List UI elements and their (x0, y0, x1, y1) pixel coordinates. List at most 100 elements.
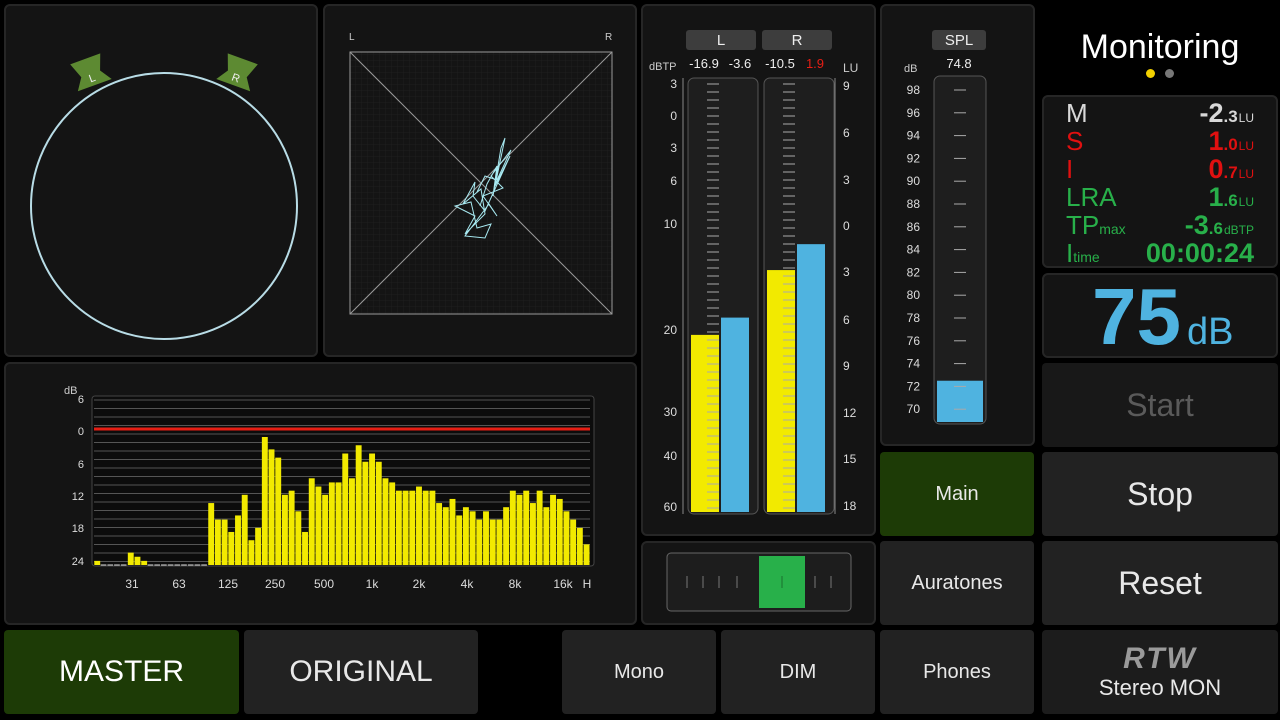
page-dot-active[interactable] (1146, 69, 1155, 78)
rta-band (328, 482, 335, 565)
spl-scale-tick: 88 (907, 197, 921, 211)
ppm-peak-value: -3.6 (729, 56, 751, 71)
rta-band (576, 527, 583, 565)
ppm-peak-value: 1.9 (806, 56, 824, 71)
rta-band (529, 503, 536, 565)
spl-scale-tick: 72 (907, 379, 921, 393)
rta-y-tick: 6 (78, 459, 84, 471)
rta-band (449, 498, 456, 565)
rta-x-tick: 125 (218, 577, 238, 591)
rta-band (536, 490, 543, 565)
ppm-scale-left: 10 (664, 217, 678, 231)
rta-x-tick: 4k (461, 577, 475, 591)
main-speaker-button[interactable]: Main (880, 452, 1034, 536)
spl-display-value: 75 (1092, 272, 1181, 361)
brand-panel: RTW Stereo MON (1042, 630, 1278, 714)
rta-unit: dB (64, 385, 77, 397)
ppm-peak-value: -16.9 (689, 56, 719, 71)
fader-panel (641, 541, 876, 625)
rta-band (241, 494, 248, 565)
ppm-scale-left: 20 (664, 323, 678, 337)
rta-band (342, 453, 349, 565)
ppm-label-right: R (762, 30, 832, 50)
spl-scale-tick: 74 (907, 357, 921, 371)
mono-button[interactable]: Mono (562, 630, 716, 714)
rtw-logo: RTW (1123, 642, 1197, 675)
phones-button[interactable]: Phones (880, 630, 1034, 714)
rta-band (563, 511, 570, 565)
goniometer-right-label: R (605, 32, 612, 43)
page-title: Monitoring (1080, 28, 1240, 66)
rta-band (335, 482, 342, 565)
original-button[interactable]: ORIGINAL (244, 630, 478, 714)
rta-spectrum: dB 6 0 6 12 18 24 31 63 125 250 500 1k 2k 4k 8k 16k H (64, 385, 595, 591)
rta-band (503, 507, 510, 565)
rta-band (456, 515, 463, 565)
rta-band (395, 490, 402, 565)
rta-band (248, 540, 255, 565)
ppm-meter: dBTP LU-16.9 -3.6 -10.5 1.930361020304060963… (649, 56, 858, 515)
volume-fader[interactable] (643, 543, 874, 623)
spl-display-unit: dB (1186, 311, 1234, 353)
rta-band (208, 503, 215, 565)
rta-band (402, 490, 409, 565)
rta-band (228, 531, 235, 565)
ppm-scale-left: 0 (670, 109, 677, 123)
spl-scale-tick: 70 (907, 402, 921, 416)
auratones-speaker-button[interactable]: Auratones (880, 541, 1034, 625)
ppm-scale-left: 30 (664, 405, 678, 419)
rta-band (382, 478, 389, 565)
loudness-row: Itime 00:00:24 (1044, 239, 1276, 267)
rta-band (288, 490, 295, 565)
reset-button[interactable]: Reset (1042, 541, 1278, 625)
vector-scope-panel: L R (4, 4, 318, 357)
ppm-scale-left: 3 (670, 77, 677, 91)
loudness-label: LRA (1066, 182, 1117, 212)
spl-scale-tick: 96 (907, 106, 921, 120)
ppm-panel: dBTP LU -16.9 -3.6 -10.5 1.9 3 0 3 6 10 20 30 40 60 9 6 3… (641, 4, 876, 536)
goniometer-panel: L R (323, 4, 637, 357)
ppm-scale-left: 60 (664, 500, 678, 514)
left-speaker-icon: L (70, 53, 112, 92)
ppm-scale-right: 12 (843, 406, 857, 420)
rta-band (469, 511, 476, 565)
rta-band (496, 519, 503, 565)
rta-band (141, 560, 148, 565)
rta-x-tick: H (583, 577, 592, 591)
loudness-value: 00:00:24 (1145, 238, 1254, 268)
ppm-bar (797, 244, 825, 512)
rta-y-tick: 0 (78, 426, 84, 438)
spl-scale-tick: 98 (907, 83, 921, 97)
ppm-scale-right: 18 (843, 499, 857, 513)
loudness-label-sub: time (1073, 249, 1100, 265)
dim-button[interactable]: DIM (721, 630, 875, 714)
rta-y-tick: 12 (72, 491, 84, 503)
stop-button[interactable]: Stop (1042, 452, 1278, 536)
rta-x-tick: 1k (366, 577, 380, 591)
ppm-scale-right: 6 (843, 313, 850, 327)
spl-meter: dB 74.8 98 96 94 92 90 88 86 84 82 80 78 76 74 72 70 (904, 56, 987, 425)
ppm-scale-right: 9 (843, 79, 850, 93)
loudness-label: M (1066, 98, 1088, 128)
rta-y-tick: 24 (72, 556, 84, 568)
ppm-scale-left: 6 (670, 174, 677, 188)
rta-band (308, 478, 315, 565)
start-button[interactable]: Start (1042, 363, 1278, 447)
loudness-label-sub: max (1099, 221, 1126, 237)
page-dot-inactive[interactable] (1165, 69, 1174, 78)
rta-band (221, 519, 228, 565)
rta-x-tick: 250 (265, 577, 285, 591)
spl-meter-panel: SPL dB 74.8 98 96 94 92 90 88 86 84 82 80 78 76 74 72 70 (880, 4, 1035, 446)
loudness-row: LRA 1.6LU (1044, 183, 1276, 211)
ppm-scale-left: 3 (670, 141, 677, 155)
rta-x-tick: 8k (509, 577, 523, 591)
rta-band (295, 511, 302, 565)
ppm-scale-right: 6 (843, 126, 850, 140)
rta-band (315, 486, 322, 565)
rta-band (261, 437, 268, 565)
rta-band (127, 552, 134, 565)
page-indicator[interactable] (1146, 69, 1176, 79)
spl-label: SPL (932, 30, 986, 50)
rta-band (389, 482, 396, 565)
master-button[interactable]: MASTER (4, 630, 239, 714)
